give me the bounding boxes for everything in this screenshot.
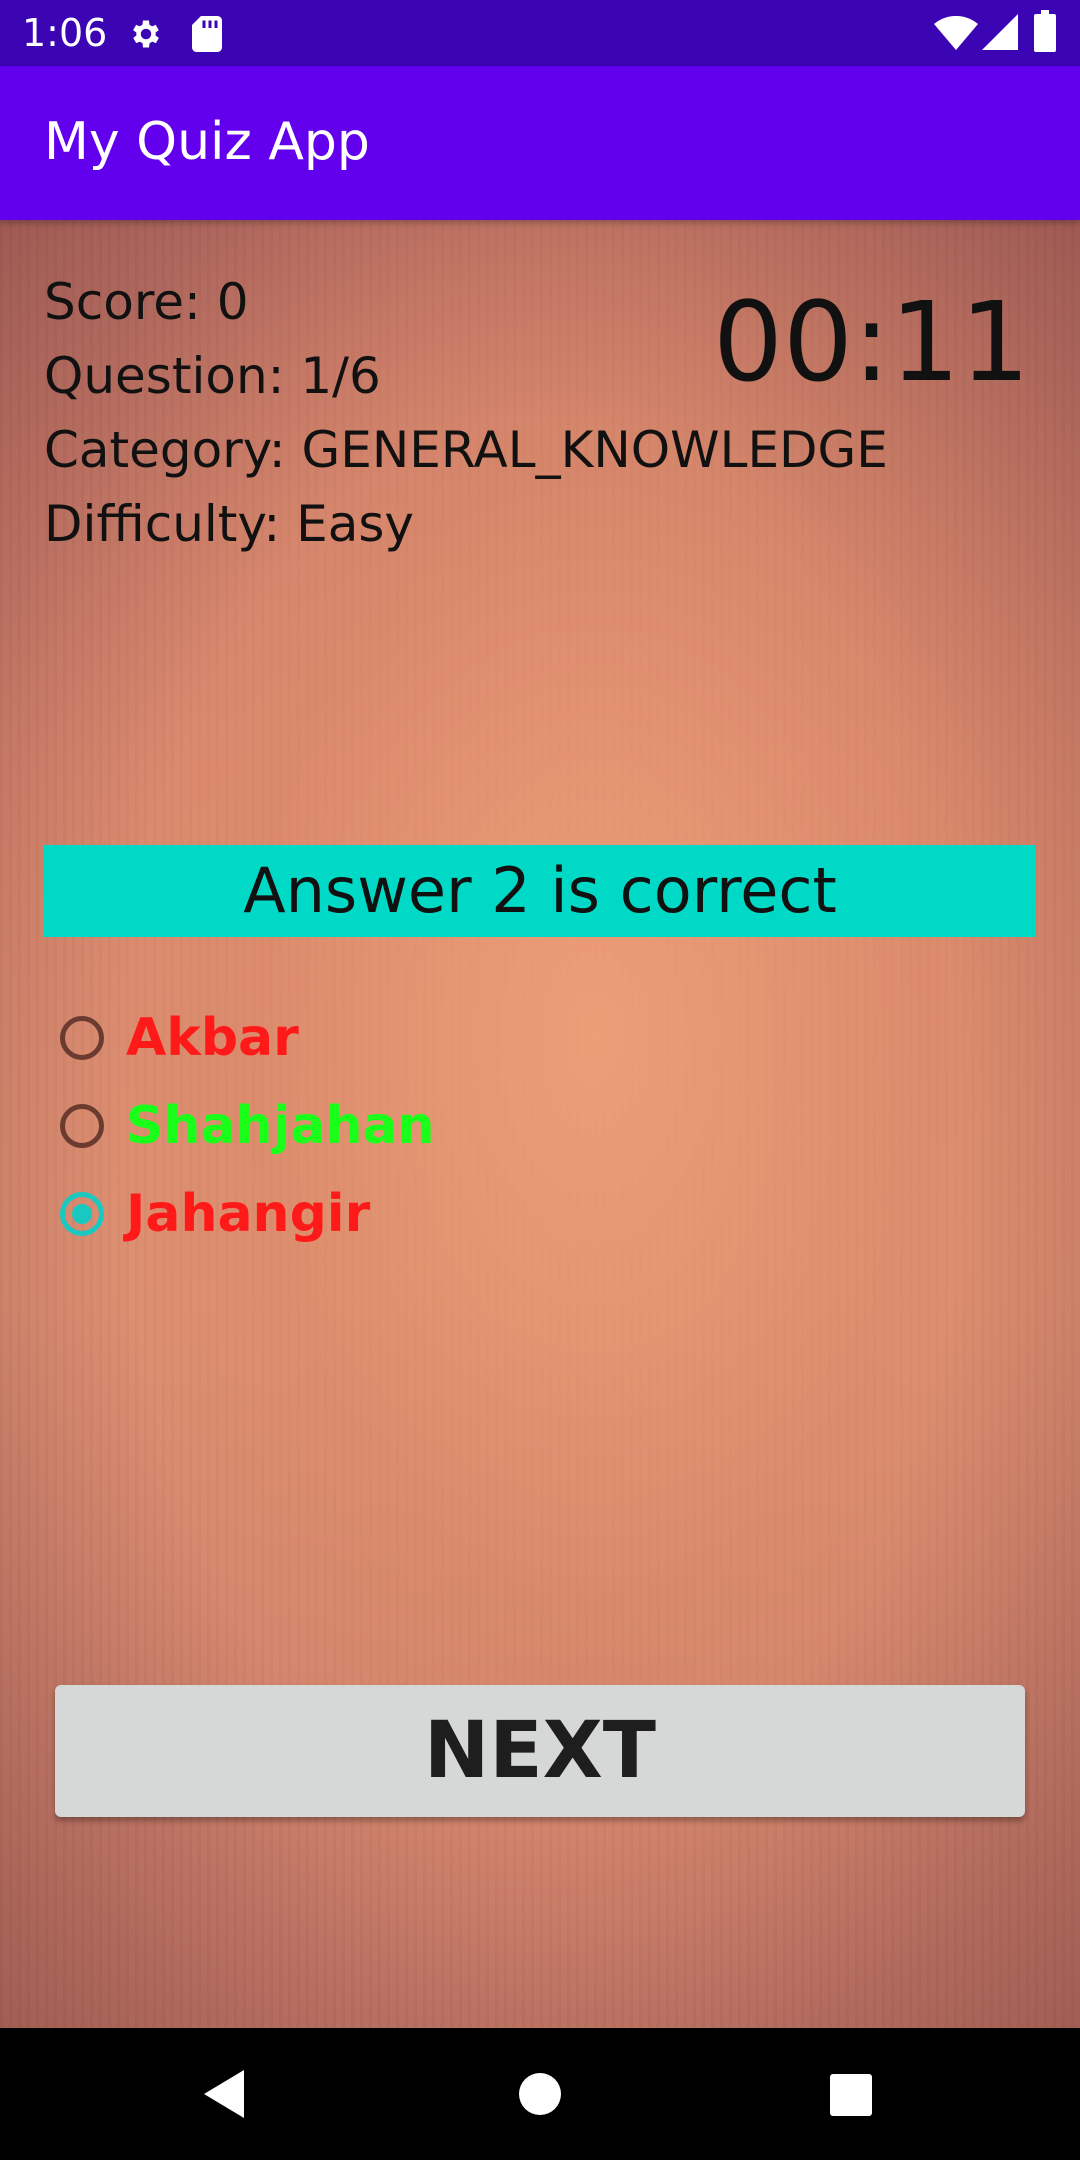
signal-icon	[982, 14, 1018, 50]
status-time: 1:06	[22, 11, 108, 55]
option-radio-3[interactable]: Jahangir	[60, 1179, 370, 1249]
status-bar: 1:06	[0, 0, 1080, 66]
wifi-icon	[934, 16, 978, 50]
gear-icon	[133, 20, 159, 48]
option-radio-2[interactable]: Shahjahan	[60, 1091, 435, 1161]
radio-unchecked-icon[interactable]	[60, 1104, 104, 1148]
battery-icon	[1034, 10, 1056, 52]
answer-result-banner: Answer 2 is correct	[44, 845, 1036, 937]
option-radio-1[interactable]: Akbar	[60, 1003, 299, 1073]
app-bar: My Quiz App	[0, 66, 1080, 220]
option-label-1: Akbar	[126, 1008, 299, 1068]
next-button[interactable]: NEXT	[55, 1685, 1025, 1817]
question-counter: Question: 1/6	[44, 347, 381, 405]
option-label-3: Jahangir	[126, 1184, 371, 1244]
option-label-2: Shahjahan	[126, 1096, 435, 1156]
sd-card-icon	[192, 16, 222, 52]
category-label: Category: GENERAL_KNOWLEDGE	[44, 421, 888, 479]
countdown-timer: 00:11	[712, 278, 1030, 406]
back-icon[interactable]	[200, 2068, 248, 2120]
recents-icon[interactable]	[830, 2074, 872, 2116]
radio-checked-icon[interactable]	[60, 1192, 104, 1236]
home-icon[interactable]	[518, 2072, 562, 2116]
score-label: Score: 0	[44, 273, 249, 331]
navigation-bar	[0, 2028, 1080, 2160]
app-title: My Quiz App	[44, 112, 370, 172]
difficulty-label: Difficulty: Easy	[44, 495, 414, 553]
quiz-content: Score: 0 Question: 1/6 Category: GENERAL…	[0, 220, 1080, 2028]
screen: 1:06 My Quiz App Score: 0 Question: 1/6 …	[0, 0, 1080, 2160]
radio-unchecked-icon[interactable]	[60, 1016, 104, 1060]
